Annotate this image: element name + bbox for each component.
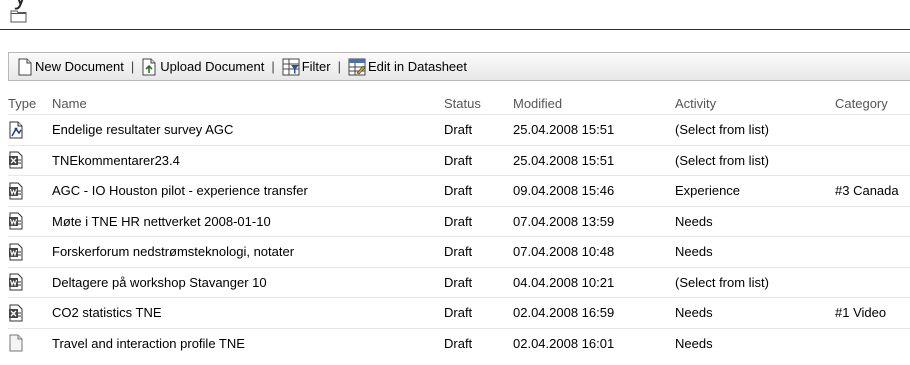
column-header-type[interactable]: Type <box>8 92 52 115</box>
name-cell: TNEkommentarer23.4 <box>52 144 444 176</box>
word-doc-icon[interactable] <box>8 243 23 261</box>
modified-cell: 07.04.2008 10:48 <box>513 236 675 267</box>
type-cell <box>8 114 52 145</box>
status-cell: Draft <box>444 266 513 298</box>
category-cell <box>835 144 910 176</box>
page-title: y <box>0 0 27 10</box>
category-cell <box>835 114 910 145</box>
category-cell <box>835 327 910 358</box>
activity-cell: Needs <box>675 297 835 328</box>
table-row[interactable]: Deltagere på workshop Stavanger 10 Draft 0… <box>8 266 910 298</box>
generic-doc-icon[interactable] <box>8 334 23 352</box>
table-row[interactable]: Travel and interaction profile TNE Draft 0… <box>8 327 910 358</box>
filter-icon <box>282 58 300 75</box>
modified-cell: 02.04.2008 16:59 <box>513 297 675 328</box>
toolbar-separator: | <box>271 59 275 74</box>
status-cell: Draft <box>444 175 513 206</box>
type-cell <box>8 144 52 176</box>
upload-document-label: Upload Document <box>160 59 265 74</box>
filter-label: Filter <box>301 59 331 74</box>
name-cell: CO2 statistics TNE <box>52 297 444 328</box>
type-cell <box>8 266 52 298</box>
column-header-name[interactable]: Name <box>52 92 444 115</box>
title-divider <box>0 29 910 30</box>
type-cell <box>8 205 52 237</box>
name-cell: Deltagere på workshop Stavanger 10 <box>52 266 444 298</box>
column-header-modified[interactable]: Modified <box>513 92 675 115</box>
name-cell: Travel and interaction profile TNE <box>52 327 444 358</box>
type-cell <box>8 236 52 267</box>
type-cell <box>8 327 52 358</box>
table-row[interactable]: Endelige resultater survey AGC Draft 25.04… <box>8 114 910 145</box>
status-cell: Draft <box>444 327 513 358</box>
activity-cell: Experience <box>675 175 835 206</box>
activity-cell: (Select from list) <box>675 144 835 176</box>
excel-doc-icon[interactable] <box>8 151 23 169</box>
word-doc-icon[interactable] <box>8 273 23 291</box>
category-cell <box>835 236 910 267</box>
excel-doc-icon[interactable] <box>8 304 23 322</box>
document-name-link[interactable]: Forskerforum nedstrømsteknologi, notater <box>52 244 294 259</box>
new-document-label: New Document <box>35 59 124 74</box>
table-row[interactable]: Forskerforum nedstrømsteknologi, notater… <box>8 236 910 267</box>
document-name-link[interactable]: Deltagere på workshop Stavanger 10 <box>52 275 267 290</box>
modified-cell: 02.04.2008 16:01 <box>513 327 675 358</box>
filter-button[interactable]: Filter <box>282 58 331 76</box>
category-cell: #1 Video <box>835 297 910 328</box>
document-name-link[interactable]: Travel and interaction profile TNE <box>52 336 245 351</box>
activity-cell: (Select from list) <box>675 266 835 298</box>
status-cell: Draft <box>444 236 513 267</box>
name-cell: AGC - IO Houston pilot - experience tran… <box>52 175 444 206</box>
document-name-link[interactable]: CO2 statistics TNE <box>52 305 162 320</box>
type-cell <box>8 175 52 206</box>
category-cell: #3 Canada <box>835 175 910 206</box>
table-header-row: Type Name Status Modified Activity Categ… <box>8 92 910 115</box>
word-doc-icon[interactable] <box>8 182 23 200</box>
column-header-activity[interactable]: Activity <box>675 92 835 115</box>
modified-cell: 07.04.2008 13:59 <box>513 205 675 237</box>
activity-cell: Needs <box>675 236 835 267</box>
edit-in-datasheet-label: Edit in Datasheet <box>368 59 468 74</box>
status-cell: Draft <box>444 205 513 237</box>
status-cell: Draft <box>444 144 513 176</box>
datasheet-icon <box>348 58 366 75</box>
word-doc-icon[interactable] <box>8 212 23 230</box>
table-row[interactable]: CO2 statistics TNE Draft 02.04.2008 16:59 N… <box>8 297 910 328</box>
toolbar-separator: | <box>337 59 341 74</box>
survey-doc-icon[interactable] <box>8 121 23 139</box>
upload-document-icon <box>142 58 156 75</box>
name-cell: Forskerforum nedstrømsteknologi, notater <box>52 236 444 267</box>
document-name-link[interactable]: Møte i TNE HR nettverket 2008-01-10 <box>52 214 271 229</box>
modified-cell: 25.04.2008 15:51 <box>513 114 675 145</box>
category-cell <box>835 205 910 237</box>
category-cell <box>835 266 910 298</box>
document-library-table: Type Name Status Modified Activity Categ… <box>8 92 910 358</box>
activity-cell: Needs <box>675 327 835 358</box>
toolbar-separator: | <box>130 59 135 74</box>
activity-cell: Needs <box>675 205 835 237</box>
document-toolbar: New Document | Upload Document | Filter … <box>8 52 910 81</box>
modified-cell: 25.04.2008 15:51 <box>513 144 675 176</box>
name-cell: Møte i TNE HR nettverket 2008-01-10 <box>52 205 444 237</box>
table-row[interactable]: TNEkommentarer23.4 Draft 25.04.2008 15:51(… <box>8 144 910 176</box>
document-name-link[interactable]: Endelige resultater survey AGC <box>52 122 233 137</box>
edit-in-datasheet-button[interactable]: Edit in Datasheet <box>348 58 467 76</box>
status-cell: Draft <box>444 114 513 145</box>
upload-document-button[interactable]: Upload Document <box>141 58 264 76</box>
activity-cell: (Select from list) <box>675 114 835 145</box>
new-document-button[interactable]: New Document <box>17 58 124 76</box>
status-cell: Draft <box>444 297 513 328</box>
document-name-link[interactable]: TNEkommentarer23.4 <box>52 153 180 168</box>
modified-cell: 09.04.2008 15:46 <box>513 175 675 206</box>
column-header-status[interactable]: Status <box>444 92 513 115</box>
column-header-category[interactable]: Category <box>835 92 910 115</box>
table-row[interactable]: Møte i TNE HR nettverket 2008-01-10 Draft… <box>8 205 910 237</box>
table-row[interactable]: AGC - IO Houston pilot - experience tran… <box>8 175 910 206</box>
document-name-link[interactable]: AGC - IO Houston pilot - experience tran… <box>52 183 308 198</box>
folder-icon <box>10 10 27 23</box>
new-document-icon <box>18 58 32 75</box>
name-cell: Endelige resultater survey AGC <box>52 114 444 145</box>
modified-cell: 04.04.2008 10:21 <box>513 266 675 298</box>
type-cell <box>8 297 52 328</box>
